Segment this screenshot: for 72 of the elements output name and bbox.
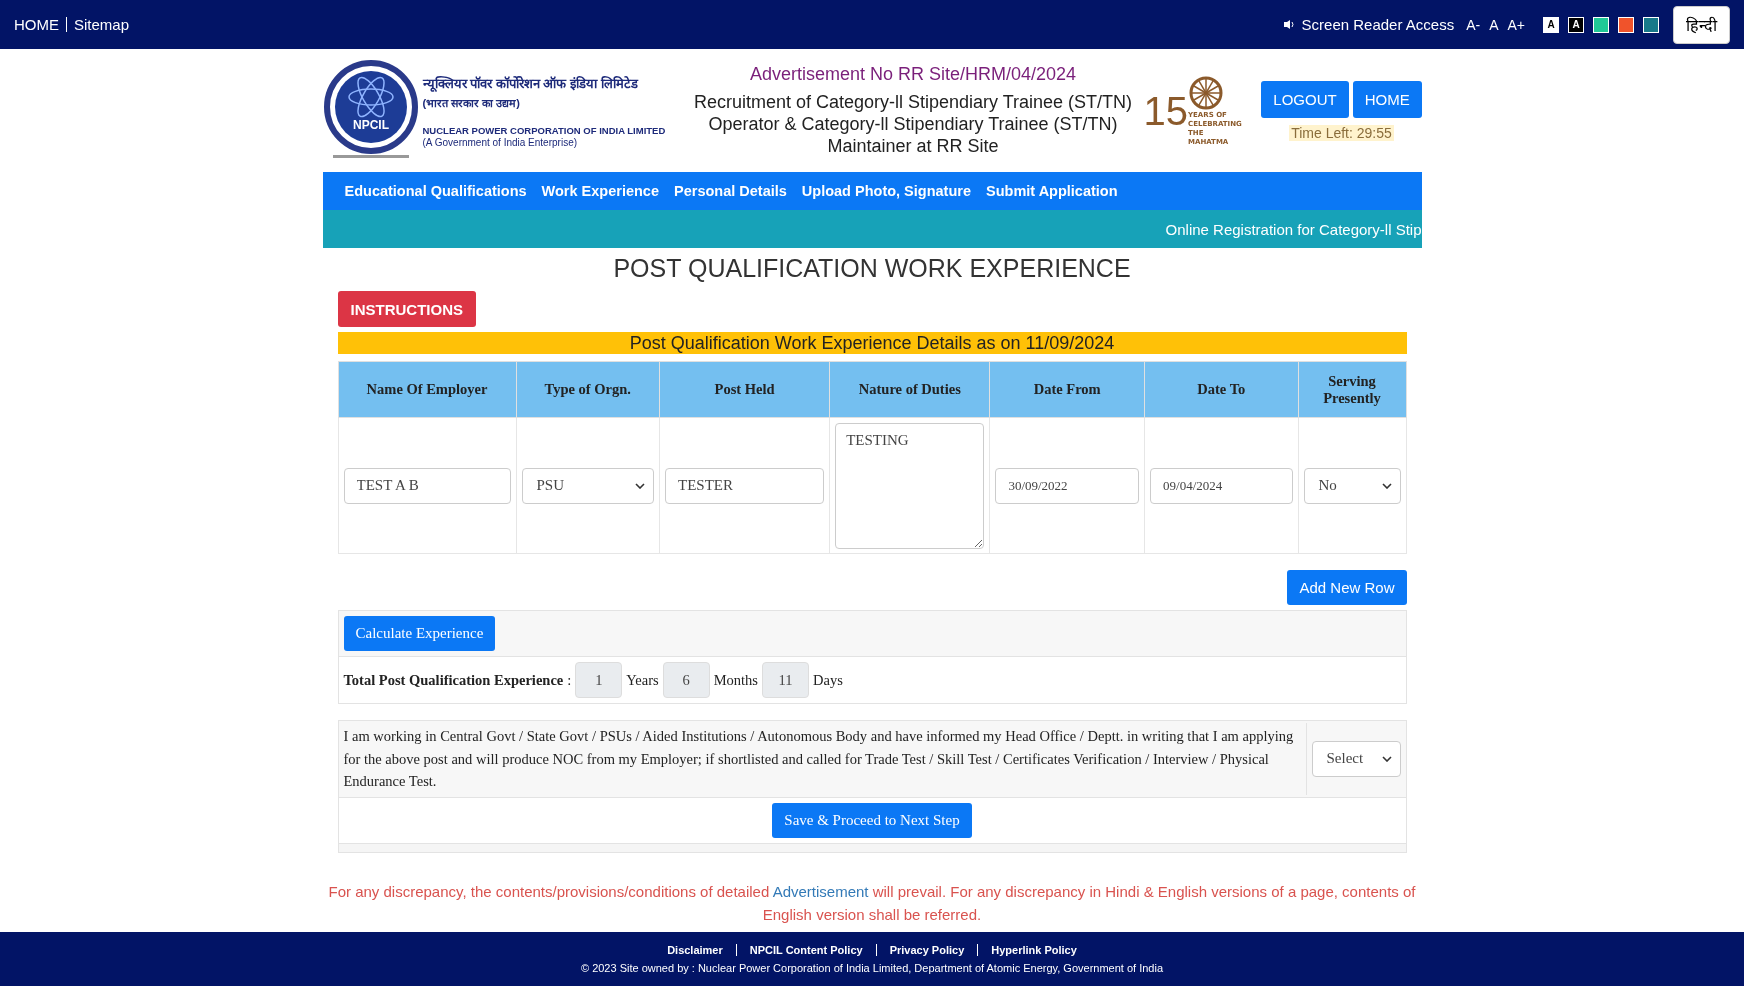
theme-swatch[interactable] <box>1618 16 1634 33</box>
calculate-button[interactable]: Calculate Experience <box>343 616 496 651</box>
font-size-link[interactable]: A <box>1489 16 1499 33</box>
recruitment-title: Operator & Category-ll Stipendiary Trainee (ST/TN) <box>708 113 1118 135</box>
nav-link[interactable]: Submit Application <box>986 183 1118 199</box>
unit-label: Years <box>626 671 659 689</box>
column-header: Date To <box>1144 361 1299 418</box>
theme-swatch[interactable] <box>1593 16 1609 33</box>
select-dropdown[interactable]: Select <box>1311 740 1401 777</box>
nav-link[interactable]: Personal Details <box>674 183 787 199</box>
advertisement-number: Advertisement No RR Site/HRM/04/2024 <box>749 64 1077 85</box>
footer-link[interactable]: Privacy Policy <box>875 944 978 956</box>
org-subtitle-hindi: (भारत सरकार का उद्यम) <box>422 95 520 110</box>
number-field[interactable]: 1 <box>575 662 623 698</box>
nav-link[interactable]: Work Experience <box>541 183 659 199</box>
total-label: Total Post Qualification Experience <box>343 671 564 689</box>
screen-reader-link[interactable]: Screen Reader Access <box>1301 16 1455 33</box>
org-name: NUCLEAR POWER CORPORATION OF INDIA LIMITED <box>422 123 666 137</box>
date-field[interactable]: 09/04/2024 <box>1150 467 1293 504</box>
header-button[interactable]: HOME <box>1352 80 1422 118</box>
font-size-link[interactable]: A- <box>1466 16 1481 33</box>
language-button[interactable]: हिन्दी <box>1673 5 1730 44</box>
footer-link[interactable]: Hyperlink Policy <box>977 944 1090 956</box>
recruitment-title: Recruitment of Category-ll Stipendiary Trainee (ST/TN) <box>693 91 1133 113</box>
org-subtitle: (A Government of India Enterprise) <box>422 136 578 148</box>
text-field[interactable]: TEST A B <box>343 467 511 504</box>
number-field[interactable]: 11 <box>762 662 809 698</box>
time-left: Time Left: 29:55 <box>1289 124 1394 141</box>
separator: : <box>567 671 572 689</box>
details-banner: Post Qualification Work Experience Details as on 11/09/2024 <box>337 332 1407 354</box>
nav-link[interactable]: Educational Qualifications <box>344 183 527 199</box>
nav-link[interactable]: Upload Photo, Signature <box>801 183 971 199</box>
marquee-text: Online Registration for Category-ll Stip <box>1165 220 1422 238</box>
footer-link[interactable]: Disclaimer <box>654 944 736 956</box>
theme-swatch[interactable] <box>1643 16 1659 33</box>
column-header: Name Of Employer <box>338 361 516 418</box>
column-header: Nature of Duties <box>829 361 990 418</box>
caret-icon <box>635 482 645 489</box>
theme-swatch[interactable]: A <box>1543 16 1559 33</box>
unit-label: Days <box>813 671 843 689</box>
advertisement-link[interactable]: Advertisement <box>772 882 869 900</box>
column-header: Post Held <box>659 361 830 418</box>
text-area[interactable]: TESTING <box>835 422 985 549</box>
column-header: Date From <box>989 361 1145 418</box>
footer-link[interactable]: NPCIL Content Policy <box>735 944 876 956</box>
caret-icon <box>1381 482 1392 489</box>
caret-icon <box>1381 755 1392 762</box>
instructions-button[interactable]: INSTRUCTIONS <box>337 291 476 327</box>
text-field[interactable]: TESTER <box>665 467 825 504</box>
column-header: Type of Orgn. <box>516 361 660 418</box>
column-header: Serving Presently <box>1298 361 1406 418</box>
theme-swatch[interactable]: A <box>1568 16 1584 33</box>
unit-label: Months <box>713 671 758 689</box>
top-link[interactable]: HOME <box>14 16 59 33</box>
anniversary-number: 15 <box>1143 90 1188 131</box>
font-size-link[interactable]: A+ <box>1507 16 1525 33</box>
org-name-hindi: न्यूक्लियर पॉवर कॉर्पोरेशन ऑफ इंडिया लिमिटेड <box>422 74 638 92</box>
notice-text: For any discrepancy, the contents/provisions/conditions of detailed Advertisement will prevail. For any discrepancy in Hindi & English versions of a page, contents of English version shall be referred. <box>327 881 1417 925</box>
copyright-text: © 2023 Site owned by : Nuclear Power Corporation of India Limited, Department of Atomic Energy, Government of India <box>580 962 1163 974</box>
add-row-button[interactable]: Add New Row <box>1287 570 1407 605</box>
header-button[interactable]: LOGOUT <box>1261 80 1349 118</box>
page-title: POST QUALIFICATION WORK EXPERIENCE <box>612 254 1132 283</box>
select-dropdown[interactable]: No <box>1303 467 1401 504</box>
top-link[interactable]: Sitemap <box>74 16 130 33</box>
declaration-text: I am working in Central Govt / State Govt / PSUs / Aided Institutions / Autonomous Body and have informed my Head Office / Deptt. in writing that I am applying for the above post and will produce NOC from my Employer; if shortlisted and called for Trade Test / Skill Test / Certificates Verification / Interview / Physical Endurance Test. <box>343 723 1307 795</box>
select-dropdown[interactable]: PSU <box>521 467 654 504</box>
save-button[interactable]: Save & Proceed to Next Step <box>772 802 972 838</box>
number-field[interactable]: 6 <box>662 662 710 698</box>
wheel-icon <box>1188 74 1224 111</box>
speaker-icon <box>1282 19 1296 30</box>
date-field[interactable]: 30/09/2022 <box>995 467 1139 504</box>
recruitment-title: Maintainer at RR Site <box>827 135 999 157</box>
